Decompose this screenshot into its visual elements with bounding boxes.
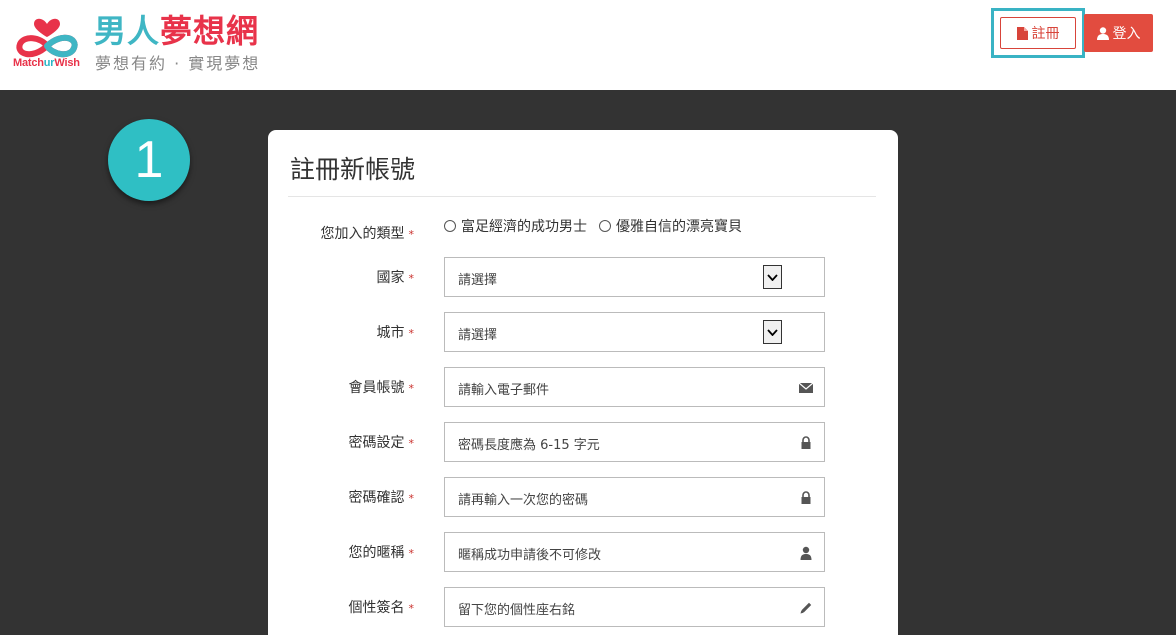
tagline: 夢想有約 · 實現夢想 — [95, 54, 261, 73]
nickname-label: 您的暱稱 * — [348, 545, 415, 561]
nickname-input[interactable]: 暱稱成功申請後不可修改 — [444, 532, 825, 572]
title-divider — [288, 196, 876, 197]
user-icon — [800, 546, 812, 560]
password-input[interactable]: 密碼長度應為 6-15 字元 — [444, 422, 825, 462]
login-button[interactable]: 登入 — [1084, 14, 1153, 52]
logo-subtext: MatchurWish — [13, 57, 80, 69]
country-select[interactable]: 請選擇 — [444, 257, 825, 297]
chevron-down-icon[interactable] — [763, 265, 782, 289]
type-radio-group: 富足經濟的成功男士 優雅自信的漂亮寶貝 — [444, 216, 742, 236]
form-title: 註冊新帳號 — [290, 155, 416, 184]
radio-circle-icon — [444, 220, 456, 232]
type-option-male[interactable]: 富足經濟的成功男士 — [444, 216, 587, 236]
register-form-card: 註冊新帳號 您加入的類型 * 富足經濟的成功男士 優雅自信的漂亮寶貝 國家 * 請選… — [268, 130, 898, 635]
confirm-password-input[interactable]: 請再輸入一次您的密碼 — [444, 477, 825, 517]
brand-name[interactable]: 男人夢想網 — [94, 6, 259, 52]
step-indicator: 1 — [108, 119, 190, 201]
user-icon — [1096, 26, 1109, 40]
confirm-password-label: 密碼確認 * — [348, 490, 415, 506]
password-label: 密碼設定 * — [348, 435, 415, 451]
envelope-icon — [798, 382, 814, 393]
register-button-highlight: 註冊 — [991, 8, 1085, 58]
chevron-down-icon[interactable] — [763, 320, 782, 344]
register-button[interactable]: 註冊 — [1000, 17, 1076, 49]
country-label: 國家 * — [376, 270, 415, 286]
account-email-input[interactable]: 請輸入電子郵件 — [444, 367, 825, 407]
site-header: MatchurWish 男人夢想網 夢想有約 · 實現夢想 註冊 登入 — [0, 0, 1176, 90]
account-label: 會員帳號 * — [348, 380, 415, 396]
register-label: 註冊 — [1031, 25, 1060, 41]
file-icon — [1016, 26, 1028, 40]
signature-label: 個性簽名 * — [348, 600, 415, 616]
signature-input[interactable]: 留下您的個性座右銘 — [444, 587, 825, 627]
radio-circle-icon — [599, 220, 611, 232]
login-label: 登入 — [1112, 25, 1141, 41]
pencil-icon — [800, 602, 812, 614]
city-select[interactable]: 請選擇 — [444, 312, 825, 352]
type-label: 您加入的類型 * — [320, 226, 415, 242]
city-label: 城市 * — [376, 325, 415, 341]
lock-icon — [801, 436, 811, 449]
lock-icon — [801, 491, 811, 504]
type-option-female[interactable]: 優雅自信的漂亮寶貝 — [599, 216, 742, 236]
